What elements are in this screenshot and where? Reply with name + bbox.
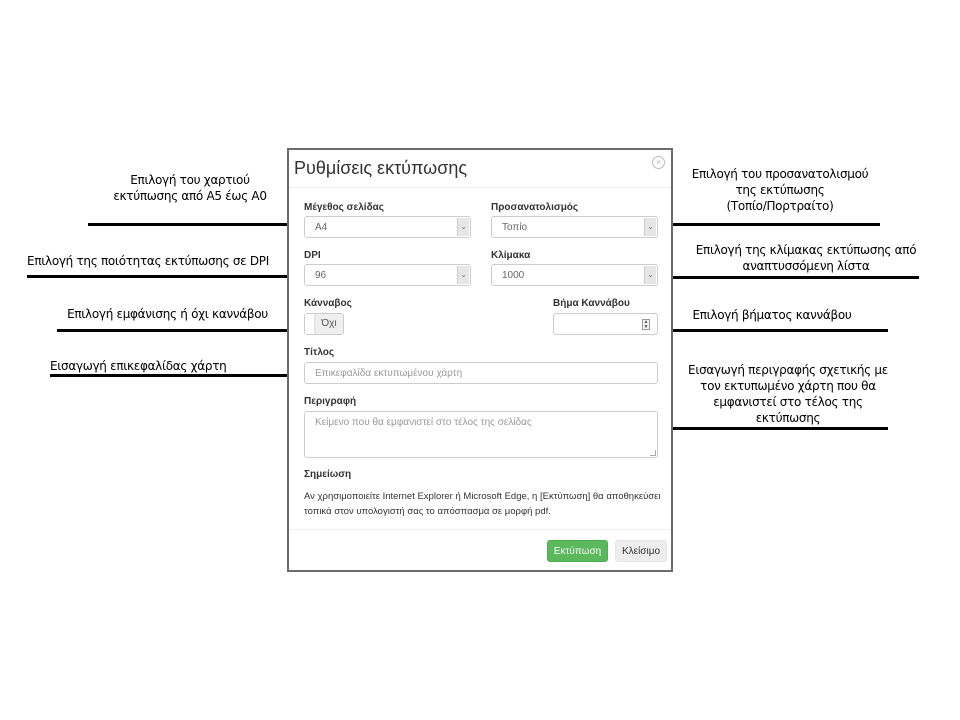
annotation-text: Επιλογή του προσανατολισμού (691, 167, 869, 181)
orientation-value: Τοπίο (502, 222, 528, 233)
annotation-dpi: Επιλογή της ποιότητας εκτύπωσης σε DPI (18, 253, 278, 269)
annotation-paper-size: Επιλογή του χαρτιού εκτύπωσης από Α5 έως… (100, 172, 280, 204)
annotation-text: Εισαγωγή επικεφαλίδας χάρτη (50, 359, 227, 373)
arrow-left-icon (664, 223, 880, 226)
resize-grip-icon[interactable] (650, 450, 656, 456)
arrow-left-icon (664, 276, 919, 279)
scale-value: 1000 (502, 270, 525, 281)
description-placeholder: Κείμενο που θα εμφανιστεί στο τέλος της … (315, 417, 532, 428)
annotation-text: της εκτύπωσης (735, 183, 825, 197)
orientation-select[interactable]: Τοπίο ⌄ (491, 216, 658, 238)
note-text: Αν χρησιμοποιείτε Internet Explorer ή Mi… (304, 491, 661, 517)
grid-step-input[interactable]: ▲ ▼ (553, 313, 658, 335)
annotation-description: Εισαγωγή περιγραφής σχετικής με τον εκτυ… (678, 362, 898, 426)
annotation-title: Εισαγωγή επικεφαλίδας χάρτη (50, 358, 240, 374)
annotation-grid-step: Επιλογή βήματος καννάβου (682, 307, 862, 323)
close-button[interactable]: Κλείσιμο (615, 540, 667, 562)
arrow-left-icon (664, 427, 888, 430)
dpi-select[interactable]: 96 ⌄ (304, 264, 471, 286)
close-icon[interactable]: × (652, 156, 665, 169)
dpi-value: 96 (315, 270, 327, 281)
orientation-label: Προσανατολισμός (491, 202, 579, 213)
grid-step-label: Βήμα Καννάβου (553, 298, 630, 309)
annotation-text: (Τοπίο/Πορτραίτο) (726, 199, 834, 213)
annotation-scale: Επιλογή της κλίμακας εκτύπωσης από αναπτ… (686, 242, 926, 274)
chevron-down-icon: ⌄ (644, 218, 656, 236)
annotation-grid: Επιλογή εμφάνισης ή όχι καννάβου (55, 306, 280, 322)
arrow-right-icon (27, 275, 299, 278)
annotation-text: Επιλογή της ποιότητας εκτύπωσης σε DPI (27, 254, 269, 268)
annotation-text: εκτύπωσης από Α5 έως Α0 (113, 189, 267, 203)
arrow-right-icon (50, 374, 299, 377)
annotation-text: Επιλογή του χαρτιού (130, 173, 250, 187)
grid-label: Κάνναβος (304, 298, 352, 309)
chevron-down-icon: ⌄ (644, 266, 656, 284)
description-label: Περιγραφή (304, 396, 357, 407)
page-size-value: A4 (315, 222, 328, 233)
annotation-text: Επιλογή εμφάνισης ή όχι καννάβου (67, 307, 268, 321)
dialog-header: Ρυθμίσεις εκτύπωσης × (289, 150, 671, 188)
annotation-text: Επιλογή βήματος καννάβου (692, 308, 852, 322)
annotation-text: εμφανιστεί στο τέλος της (713, 395, 863, 409)
annotation-orientation: Επιλογή του προσανατολισμού της εκτύπωση… (680, 166, 880, 214)
print-button[interactable]: Εκτύπωση (547, 540, 608, 562)
arrow-left-icon (664, 329, 888, 332)
arrow-right-icon (88, 223, 298, 226)
scale-label: Κλίμακα (491, 250, 531, 261)
annotation-text: Επιλογή της κλίμακας εκτύπωσης από (695, 243, 917, 257)
page-size-label: Μέγεθος σελίδας (304, 202, 384, 213)
annotation-text: αναπτυσσόμενη λίστα (742, 259, 870, 273)
note-label: Σημείωση (304, 469, 352, 480)
spinner-icon[interactable]: ▲ ▼ (642, 319, 650, 330)
print-settings-dialog: Ρυθμίσεις εκτύπωσης × Μέγεθος σελίδας A4… (287, 148, 673, 572)
description-textarea[interactable]: Κείμενο που θα εμφανιστεί στο τέλος της … (304, 411, 658, 458)
scale-select[interactable]: 1000 ⌄ (491, 264, 658, 286)
grid-toggle-state: Όχι (315, 314, 343, 334)
annotation-text: εκτύπωσης (755, 411, 821, 425)
annotation-text: τον εκτυπωμένο χάρτη που θα (700, 379, 876, 393)
dialog-footer: Εκτύπωση Κλείσιμο (289, 529, 671, 572)
dialog-title: Ρυθμίσεις εκτύπωσης (294, 158, 468, 178)
arrow-right-icon (57, 329, 299, 332)
dpi-label: DPI (304, 250, 321, 261)
chevron-down-icon: ⌄ (457, 266, 469, 284)
page-size-select[interactable]: A4 ⌄ (304, 216, 471, 238)
grid-toggle[interactable]: Όχι (304, 313, 344, 335)
annotation-text: Εισαγωγή περιγραφής σχετικής με (688, 363, 888, 377)
toggle-handle (305, 314, 315, 334)
chevron-down-icon: ⌄ (457, 218, 469, 236)
title-label: Τίτλος (304, 347, 335, 358)
title-input[interactable]: Επικεφαλίδα εκτυπωμένου χάρτη (304, 362, 658, 384)
title-placeholder: Επικεφαλίδα εκτυπωμένου χάρτη (315, 368, 463, 379)
